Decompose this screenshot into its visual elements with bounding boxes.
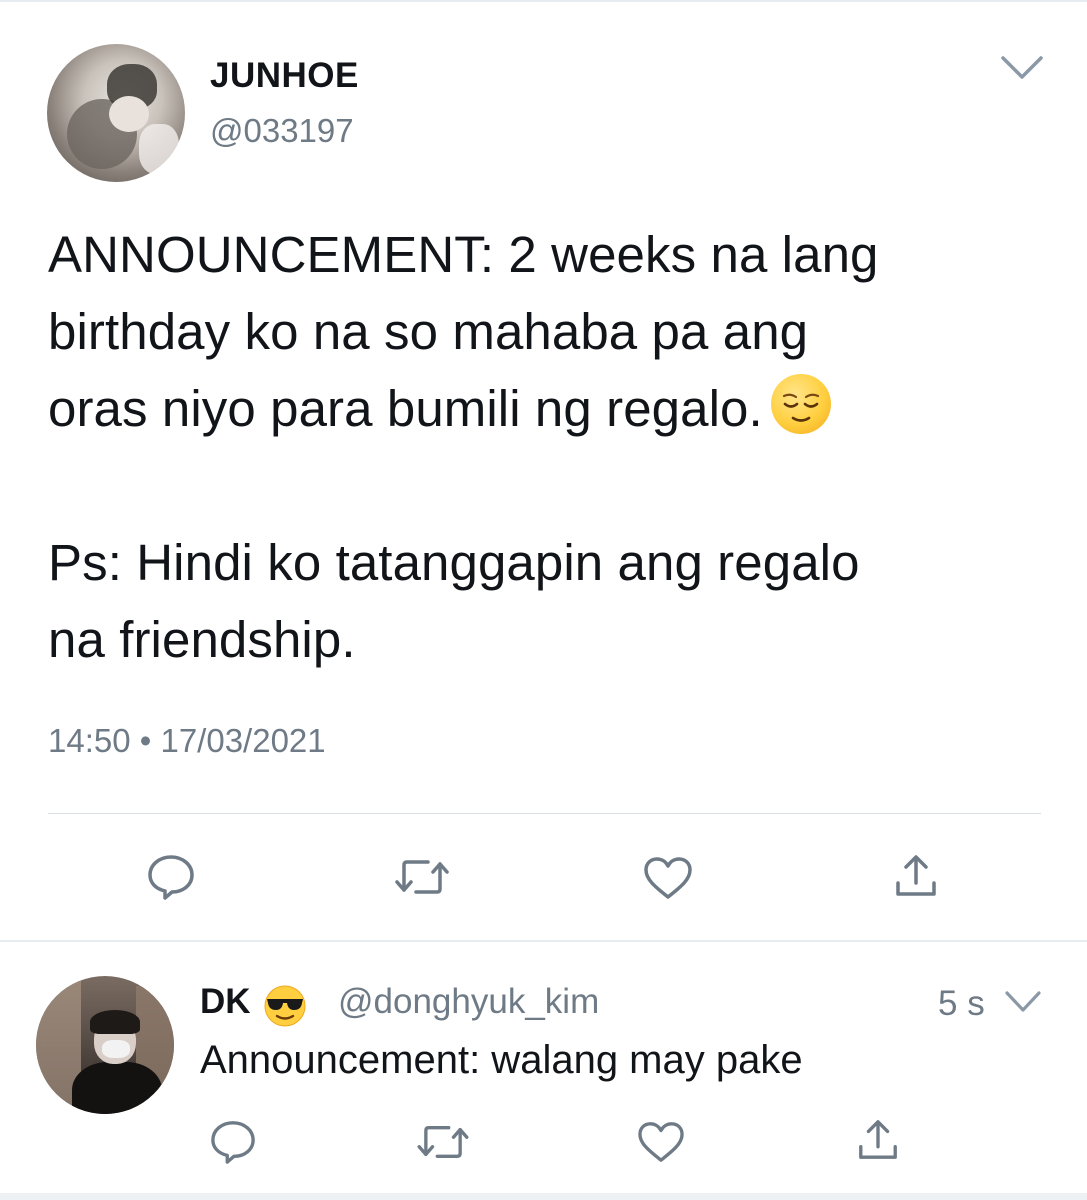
user-handle[interactable]: @donghyuk_kim — [338, 982, 599, 1022]
like-icon[interactable] — [636, 1120, 686, 1164]
chevron-down-icon[interactable] — [1004, 990, 1042, 1014]
tweet-text-line: ANNOUNCEMENT: 2 weeks na lang — [48, 226, 879, 283]
tweet-timestamp[interactable]: 14:50 • 17/03/2021 — [48, 722, 326, 760]
share-icon[interactable] — [856, 1118, 900, 1162]
display-name[interactable]: DK — [200, 982, 251, 1022]
retweet-icon[interactable] — [416, 1122, 470, 1162]
display-name[interactable]: JUNHOE — [210, 56, 359, 96]
user-handle[interactable]: @033197 — [210, 112, 354, 150]
tweet-text-line: Ps: Hindi ko tatanggapin ang regalo — [48, 534, 860, 591]
tweet-text-line: na friendship. — [48, 611, 356, 668]
like-icon[interactable] — [642, 855, 694, 901]
reply-icon[interactable] — [208, 1118, 258, 1164]
tweet-text-line: birthday ko na so mahaba pa ang — [48, 303, 809, 360]
divider — [0, 940, 1087, 942]
divider — [0, 1193, 1087, 1200]
share-icon[interactable] — [893, 853, 939, 899]
sunglasses-face-emoji — [264, 985, 306, 1027]
main-tweet: JUNHOE @033197 ANNOUNCEMENT: 2 weeks na … — [0, 0, 1087, 942]
tweet-text: Announcement: walang may pake — [200, 1038, 803, 1082]
tweet-text: ANNOUNCEMENT: 2 weeks na lang birthday k… — [48, 216, 1048, 678]
relieved-face-emoji — [770, 374, 831, 434]
retweet-icon[interactable] — [394, 856, 450, 898]
tweet-time-ago: 5 s — [938, 984, 985, 1023]
reply-icon[interactable] — [145, 852, 197, 900]
chevron-down-icon[interactable] — [1000, 55, 1044, 81]
tweet-text-line: oras niyo para bumili ng regalo. — [48, 370, 1048, 447]
divider — [48, 813, 1041, 814]
avatar[interactable] — [47, 44, 185, 182]
avatar[interactable] — [36, 976, 174, 1114]
